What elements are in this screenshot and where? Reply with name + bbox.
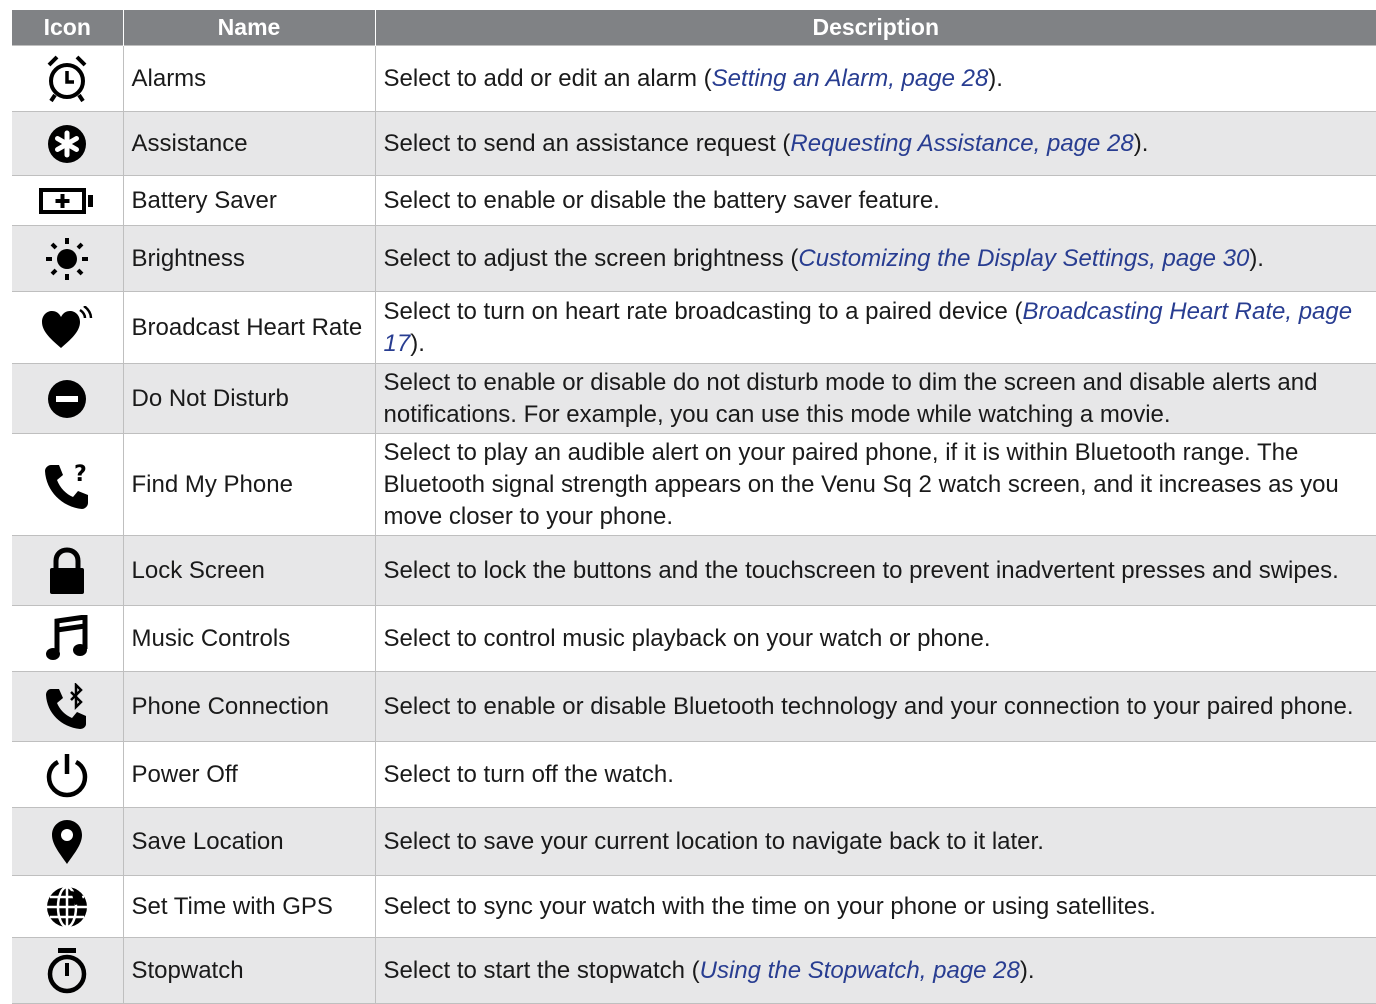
- table-row: Lock Screen Select to lock the buttons a…: [12, 535, 1376, 606]
- row-description: Select to play an audible alert on your …: [374, 433, 1376, 536]
- table-row: Do Not Disturb Select to enable or disab…: [12, 363, 1376, 434]
- row-name: Stopwatch: [122, 937, 376, 1004]
- table-row: Save Location Select to save your curren…: [12, 807, 1376, 876]
- table-header-row: Icon Name Description: [12, 10, 1376, 46]
- music-note-icon: [46, 614, 88, 660]
- table-row: Power Off Select to turn off the watch.: [12, 741, 1376, 808]
- row-description: Select to enable or disable the battery …: [374, 175, 1376, 226]
- row-name: Save Location: [122, 807, 376, 876]
- row-description: Select to sync your watch with the time …: [374, 875, 1376, 938]
- row-name: Power Off: [122, 741, 376, 808]
- lock-icon: [50, 546, 85, 594]
- cross-reference-link[interactable]: Requesting Assistance, page 28: [790, 130, 1133, 157]
- table-row: Battery Saver Select to enable or disabl…: [12, 175, 1376, 226]
- table-row: ? Find My Phone Select to play an audibl…: [12, 433, 1376, 536]
- icon-cell: [12, 875, 124, 938]
- row-name: Phone Connection: [122, 671, 376, 742]
- find-phone-icon: ?: [45, 462, 89, 509]
- assistance-icon: [48, 124, 87, 163]
- globe-gps-icon: [47, 885, 88, 928]
- row-description: Select to control music playback on your…: [374, 605, 1376, 672]
- brightness-icon: [46, 237, 89, 280]
- cross-reference-link[interactable]: Using the Stopwatch, page 28: [700, 957, 1020, 984]
- header-icon: Icon: [12, 10, 123, 46]
- battery-saver-icon: [39, 188, 94, 215]
- cross-reference-link[interactable]: Customizing the Display Settings, page 3…: [798, 245, 1249, 272]
- header-description: Description: [374, 10, 1376, 46]
- icon-cell: [12, 45, 124, 112]
- row-description: Select to send an assistance request (Re…: [374, 111, 1376, 176]
- row-name: Battery Saver: [122, 175, 376, 226]
- row-description: Select to add or edit an alarm (Setting …: [374, 45, 1376, 112]
- header-name: Name: [122, 10, 375, 46]
- location-pin-icon: [52, 819, 83, 864]
- icon-cell: [12, 671, 124, 742]
- row-description: Select to save your current location to …: [374, 807, 1376, 876]
- table-row: Set Time with GPS Select to sync your wa…: [12, 875, 1376, 938]
- table-row: Brightness Select to adjust the screen b…: [12, 225, 1376, 292]
- icon-cell: [12, 225, 124, 292]
- icon-cell: [12, 741, 124, 808]
- icon-cell: ?: [12, 433, 124, 536]
- cross-reference-link[interactable]: Setting an Alarm, page 28: [712, 65, 989, 92]
- table-row: Assistance Select to send an assistance …: [12, 111, 1376, 176]
- controls-table: Icon Name Description Alarms Select to a…: [12, 10, 1376, 1004]
- table-row: Broadcast Heart Rate Select to turn on h…: [12, 291, 1376, 364]
- svg-text:?: ?: [74, 462, 87, 487]
- icon-cell: [12, 535, 124, 606]
- row-description: Select to turn on heart rate broadcastin…: [374, 291, 1376, 364]
- row-name: Find My Phone: [122, 433, 376, 536]
- table-row: Music Controls Select to control music p…: [12, 605, 1376, 672]
- row-description: Select to adjust the screen brightness (…: [374, 225, 1376, 292]
- row-name: Brightness: [122, 225, 376, 292]
- phone-bluetooth-icon: [46, 682, 87, 729]
- stopwatch-icon: [48, 947, 87, 993]
- icon-cell: [12, 937, 124, 1004]
- row-description: Select to enable or disable Bluetooth te…: [374, 671, 1376, 742]
- row-name: Broadcast Heart Rate: [122, 291, 376, 364]
- icon-cell: [12, 807, 124, 876]
- icon-cell: [12, 363, 124, 434]
- row-description: Select to enable or disable do not distu…: [374, 363, 1376, 434]
- alarm-clock-icon: [47, 55, 87, 102]
- row-name: Alarms: [122, 45, 376, 112]
- row-name: Set Time with GPS: [122, 875, 376, 938]
- row-name: Music Controls: [122, 605, 376, 672]
- table-row: Alarms Select to add or edit an alarm (S…: [12, 45, 1376, 112]
- power-icon: [46, 753, 88, 797]
- row-name: Assistance: [122, 111, 376, 176]
- do-not-disturb-icon: [48, 379, 87, 418]
- icon-cell: [12, 291, 124, 364]
- row-description: Select to lock the buttons and the touch…: [374, 535, 1376, 606]
- row-description: Select to start the stopwatch (Using the…: [374, 937, 1376, 1004]
- row-name: Do Not Disturb: [122, 363, 376, 434]
- table-row: Phone Connection Select to enable or dis…: [12, 671, 1376, 742]
- row-name: Lock Screen: [122, 535, 376, 606]
- icon-cell: [12, 605, 124, 672]
- icon-cell: [12, 111, 124, 176]
- broadcast-heart-icon: [42, 305, 93, 348]
- table-row: Stopwatch Select to start the stopwatch …: [12, 937, 1376, 1004]
- icon-cell: [12, 175, 124, 226]
- row-description: Select to turn off the watch.: [374, 741, 1376, 808]
